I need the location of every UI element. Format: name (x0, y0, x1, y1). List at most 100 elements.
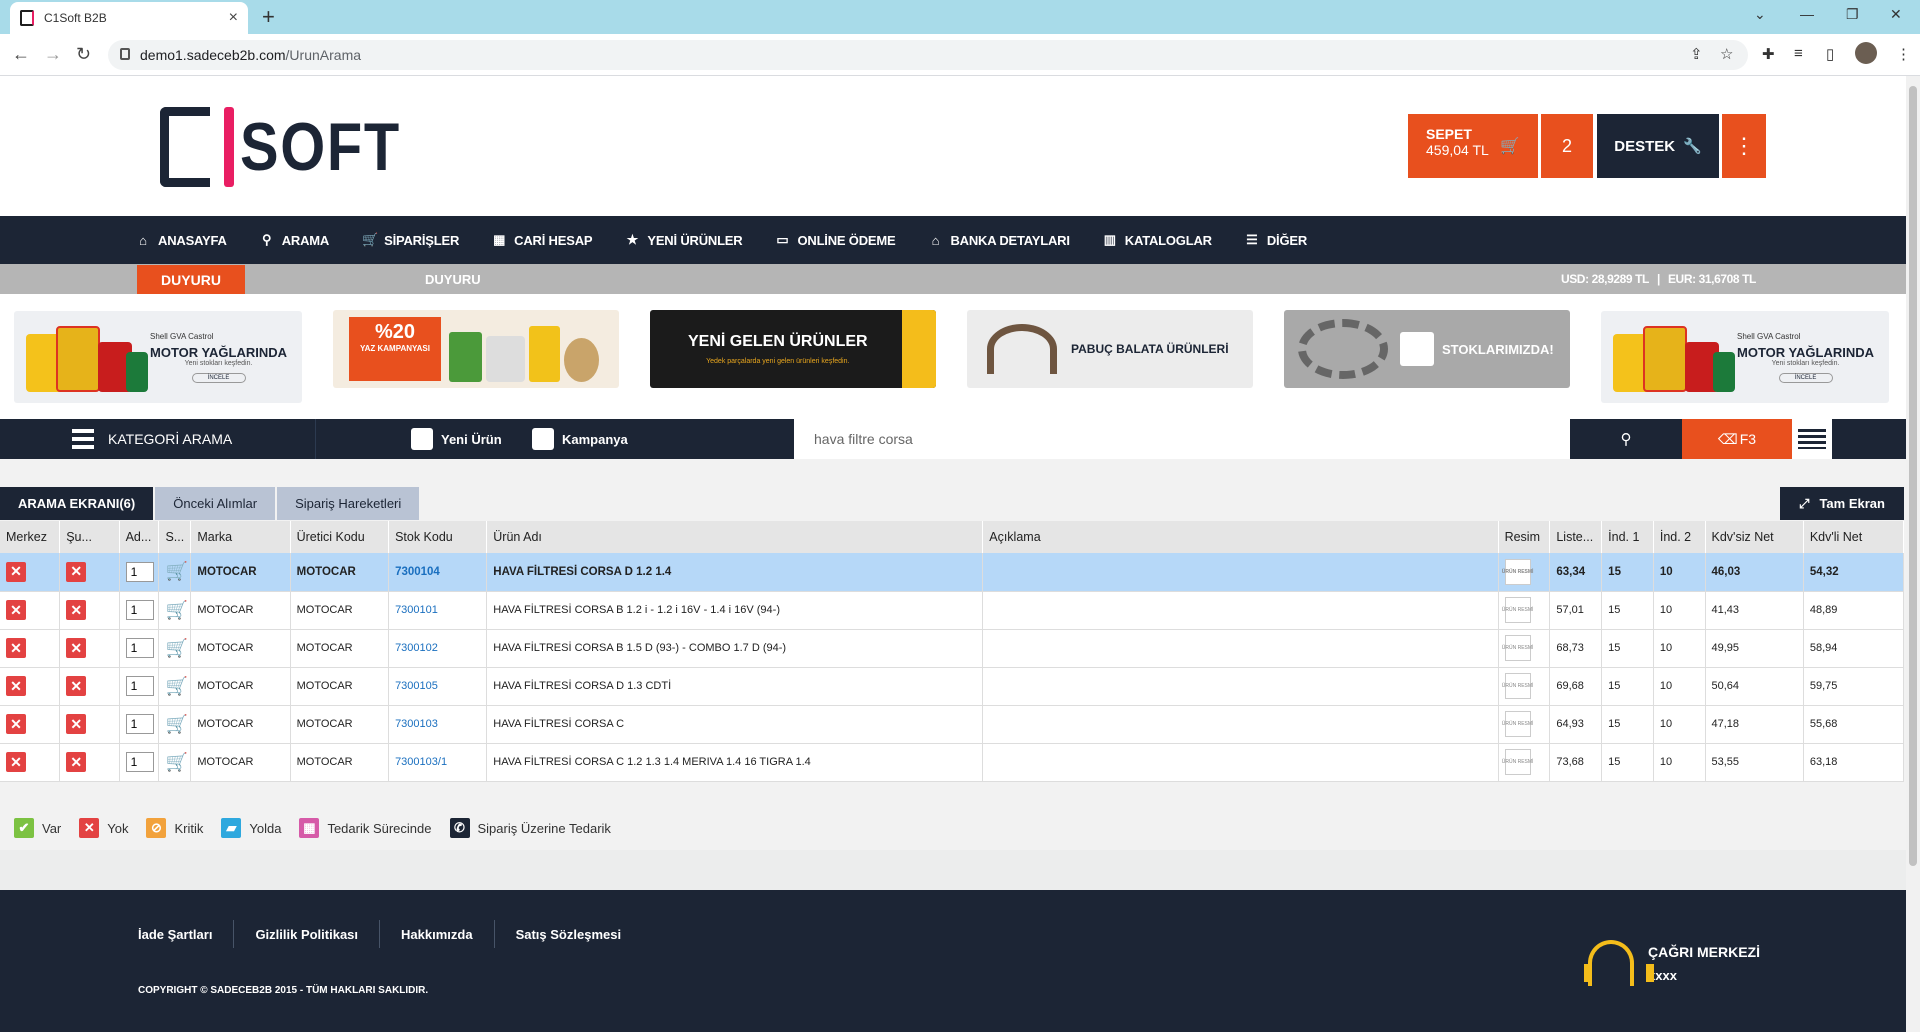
add-to-cart-icon[interactable]: 🛒 (165, 638, 187, 658)
nav-item-diger[interactable]: ☰ DİĞER (1245, 232, 1307, 248)
bookmark-star-icon[interactable]: ☆ (1720, 45, 1733, 63)
stock-code-link[interactable]: 7300105 (395, 680, 438, 692)
quantity-input[interactable] (125, 714, 154, 734)
col-header[interactable]: Marka (190, 521, 291, 553)
stock-code-link[interactable]: 7300103 (395, 718, 438, 730)
checkbox-box[interactable] (532, 428, 554, 450)
media-icon[interactable]: ≡ (1794, 45, 1803, 62)
nav-item-anasayfa[interactable]: ⌂ ANASAYFA (136, 233, 227, 248)
new-product-checkbox[interactable]: Yeni Ürün (411, 428, 502, 450)
support-button[interactable]: DESTEK 🔧 (1597, 114, 1719, 178)
add-to-cart-icon[interactable]: 🛒 (165, 714, 187, 734)
stock-code-link[interactable]: 7300102 (395, 642, 438, 654)
browser-menu-icon[interactable]: ⋮ (1896, 45, 1911, 63)
banner-motor-oil[interactable]: Shell GVA Castrol MOTOR YAĞLARINDA Yeni … (14, 311, 302, 403)
col-header[interactable]: Kdv'li Net (1803, 521, 1905, 553)
announcement-text[interactable]: DUYURU (425, 272, 481, 287)
tab-search-icon[interactable]: ⌄ (1754, 6, 1766, 23)
checkbox-box[interactable] (411, 428, 433, 450)
nav-item-cari-hesap[interactable]: ▦ CARİ HESAP (492, 232, 592, 248)
cart-button[interactable]: SEPET 459,04 TL 🛒 (1408, 114, 1538, 178)
quantity-input[interactable] (125, 676, 154, 696)
banner-brake-shoes[interactable]: PABUÇ BALATA ÜRÜNLERİ (967, 310, 1253, 388)
col-header[interactable]: Üretici Kodu (290, 521, 390, 553)
site-logo[interactable]: SOFT (160, 104, 429, 190)
col-header[interactable]: Resim (1498, 521, 1551, 553)
close-tab-icon[interactable]: × (229, 9, 238, 27)
stock-code-link[interactable]: 7300104 (395, 566, 440, 578)
footer-link-satis[interactable]: Satış Sözleşmesi (493, 920, 643, 948)
nav-item-siparisler[interactable]: 🛒 SİPARİŞLER (362, 232, 459, 248)
maximize-icon[interactable]: ❐ (1846, 6, 1859, 23)
quantity-input[interactable] (125, 561, 154, 582)
profile-avatar[interactable] (1855, 42, 1877, 64)
browser-tab[interactable]: C1Soft B2B × (10, 2, 248, 34)
tab-search-screen[interactable]: ARAMA EKRANI(6) (0, 487, 154, 520)
list-view-button[interactable] (1792, 419, 1832, 459)
nav-item-banka-detaylari[interactable]: ⌂ BANKA DETAYLARI (928, 233, 1070, 248)
extensions-icon[interactable]: ✚ (1762, 45, 1775, 63)
col-header[interactable]: Açıklama (982, 521, 1499, 553)
minimize-icon[interactable]: — (1800, 6, 1814, 22)
product-image-thumb[interactable]: ÜRÜN RESMİ (1502, 597, 1533, 623)
product-image-thumb[interactable]: ÜRÜN RESMİ (1502, 711, 1533, 737)
footer-link-iade[interactable]: İade Şartları (138, 920, 233, 948)
quantity-input[interactable] (125, 600, 154, 620)
stock-code-link[interactable]: 7300103/1 (395, 756, 447, 768)
quantity-input[interactable] (125, 638, 154, 658)
oil-inspect-button[interactable]: İNCELE (191, 372, 246, 383)
col-header[interactable]: Merkez (0, 521, 61, 553)
scrollbar-thumb[interactable] (1909, 86, 1917, 866)
new-tab-icon[interactable]: + (262, 4, 275, 30)
col-header[interactable]: Ürün Adı (486, 521, 984, 553)
nav-item-arama[interactable]: ⚲ ARAMA (260, 232, 329, 248)
reload-icon[interactable]: ↻ (76, 44, 91, 65)
nav-item-yeni-urunler[interactable]: ★ YENİ ÜRÜNLER (625, 232, 743, 248)
col-header[interactable]: S... (158, 521, 192, 553)
nav-item-online-odeme[interactable]: ▭ ONLİNE ÖDEME (775, 232, 895, 248)
banner-campaign[interactable]: %20 YAZ KAMPANYASI (333, 310, 619, 388)
lock-icon[interactable] (120, 48, 130, 60)
col-header[interactable]: Liste... (1549, 521, 1603, 553)
product-image-thumb[interactable]: ÜRÜN RESMİ (1502, 673, 1533, 699)
banner-motor-oil-2[interactable]: Shell GVA Castrol MOTOR YAĞLARINDA Yeni … (1601, 311, 1889, 403)
side-panel-icon[interactable]: ▯ (1826, 45, 1834, 63)
add-to-cart-icon[interactable]: 🛒 (165, 600, 187, 620)
footer-link-gizlilik[interactable]: Gizlilik Politikası (233, 920, 379, 948)
add-to-cart-icon[interactable]: 🛒 (165, 752, 187, 772)
fullscreen-button[interactable]: ⤢ Tam Ekran (1780, 487, 1904, 520)
footer-link-hakkimizda[interactable]: Hakkımızda (379, 920, 494, 948)
col-header[interactable]: Stok Kodu (388, 521, 488, 553)
table-row[interactable]: ✕✕🛒MOTOCARMOTOCAR7300103HAVA FİLTRESİ CO… (0, 705, 1905, 744)
col-header[interactable]: İnd. 1 (1601, 521, 1654, 553)
category-search-button[interactable]: KATEGORİ ARAMA (0, 419, 316, 459)
banner-new-products[interactable]: YENİ GELEN ÜRÜNLER Yedek parçalarda yeni… (650, 310, 936, 388)
col-header[interactable]: Kdv'siz Net (1705, 521, 1804, 553)
stock-code-link[interactable]: 7300101 (395, 604, 438, 616)
product-image-thumb[interactable]: ÜRÜN RESMİ (1502, 635, 1533, 661)
table-row[interactable]: ✕✕🛒MOTOCARMOTOCAR7300104HAVA FİLTRESİ CO… (0, 553, 1905, 592)
tab-previous-purchases[interactable]: Önceki Alımlar (155, 487, 276, 520)
add-to-cart-icon[interactable]: 🛒 (165, 561, 187, 581)
close-window-icon[interactable]: ✕ (1890, 6, 1902, 23)
add-to-cart-icon[interactable]: 🛒 (165, 676, 187, 696)
more-menu-button[interactable]: ⋮ (1722, 114, 1766, 178)
oil-inspect-button[interactable]: İNCELE (1778, 372, 1833, 383)
col-header[interactable]: Ad... (119, 521, 160, 553)
share-icon[interactable]: ⇪ (1690, 45, 1703, 63)
page-scrollbar[interactable] (1906, 76, 1920, 1032)
quantity-input[interactable] (125, 752, 154, 772)
cart-count-button[interactable]: 2 (1541, 114, 1593, 178)
table-row[interactable]: ✕✕🛒MOTOCARMOTOCAR7300103/1HAVA FİLTRESİ … (0, 743, 1905, 782)
address-bar[interactable]: demo1.sadeceb2b.com/UrunArama (108, 40, 1748, 70)
table-row[interactable]: ✕✕🛒MOTOCARMOTOCAR7300102HAVA FİLTRESİ CO… (0, 629, 1905, 668)
table-row[interactable]: ✕✕🛒MOTOCARMOTOCAR7300101HAVA FİLTRESİ CO… (0, 591, 1905, 630)
search-button[interactable]: ⚲ (1570, 419, 1682, 459)
table-row[interactable]: ✕✕🛒MOTOCARMOTOCAR7300105HAVA FİLTRESİ CO… (0, 667, 1905, 706)
product-image-thumb[interactable]: ÜRÜN RESMİ (1502, 558, 1533, 585)
product-image-thumb[interactable]: ÜRÜN RESMİ (1502, 749, 1533, 775)
f3-button[interactable]: ⌫ F3 (1682, 419, 1792, 459)
col-header[interactable]: İnd. 2 (1653, 521, 1706, 553)
forward-icon[interactable]: → (44, 44, 62, 65)
nav-item-kataloglar[interactable]: ▥ KATALOGLAR (1103, 232, 1212, 248)
